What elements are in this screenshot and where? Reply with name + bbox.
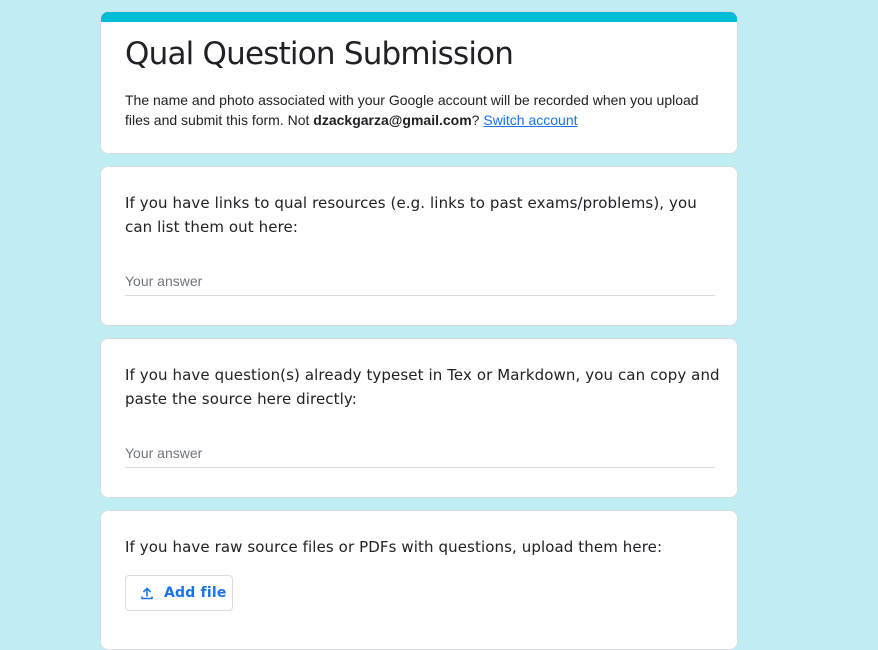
notice-suffix: ? (471, 112, 484, 128)
question-title: If you have raw source files or PDFs wit… (125, 538, 663, 556)
answer-input-links[interactable] (125, 269, 715, 293)
upload-icon (140, 586, 154, 600)
header-accent-bar (101, 12, 737, 22)
question-card-links: If you have links to qual resources (e.g… (100, 166, 738, 326)
question-title: If you have links to qual resources (e.g… (125, 194, 697, 236)
answer-input-source[interactable] (125, 441, 715, 465)
question-card-upload: If you have raw source files or PDFs wit… (100, 510, 738, 650)
question-title: If you have question(s) already typeset … (125, 366, 720, 408)
form-title: Qual Question Submission (125, 36, 514, 72)
account-notice: The name and photo associated with your … (125, 90, 720, 130)
answer-field-wrapper (125, 441, 715, 468)
add-file-button[interactable]: Add file (125, 575, 233, 611)
question-card-source: If you have question(s) already typeset … (100, 338, 738, 498)
form-header-card: Qual Question Submission The name and ph… (100, 11, 738, 154)
add-file-label: Add file (164, 585, 227, 601)
switch-account-link[interactable]: Switch account (483, 112, 577, 128)
account-email: dzackgarza@gmail.com (313, 112, 472, 128)
answer-field-wrapper (125, 269, 715, 296)
